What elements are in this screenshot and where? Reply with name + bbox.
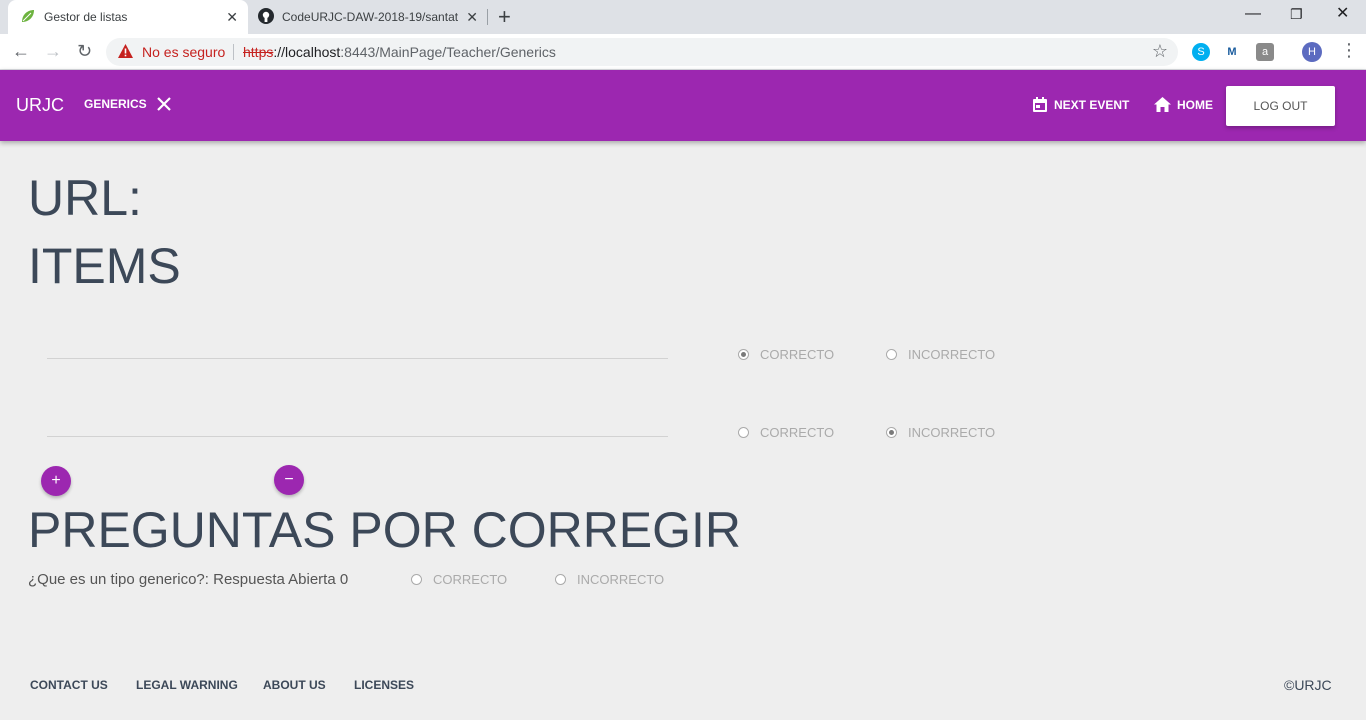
remove-item-button[interactable]: −: [274, 465, 304, 495]
calendar-icon: [1032, 97, 1048, 113]
leaf-icon: [20, 8, 36, 27]
logout-button[interactable]: LOG OUT: [1226, 86, 1335, 126]
address-bar[interactable]: No es seguro https://localhost:8443/Main…: [106, 38, 1178, 66]
browser-tab-inactive[interactable]: CodeURJC-DAW-2018-19/santat ✕: [248, 0, 488, 34]
next-event-link[interactable]: NEXT EVENT: [1032, 97, 1129, 113]
item-input-1[interactable]: [47, 358, 668, 359]
tab-title: CodeURJC-DAW-2018-19/santat: [282, 10, 459, 24]
url-heading: URL:: [28, 170, 142, 226]
close-tab-icon[interactable]: ✕: [226, 9, 238, 25]
pending-correct-radio[interactable]: CORRECTO: [411, 572, 507, 587]
current-section: GENERICS: [84, 97, 171, 111]
browser-tab-active[interactable]: Gestor de listas ✕: [8, 0, 248, 34]
url-host: ://localhost: [273, 44, 341, 60]
item-1-correct-radio[interactable]: CORRECTO: [738, 347, 834, 362]
tab-divider: [487, 9, 488, 25]
browser-toolbar: ← → ↻ No es seguro https://localhost:844…: [0, 34, 1366, 70]
radio-dot: [738, 427, 749, 438]
radio-dot-selected: [886, 427, 897, 438]
section-label: GENERICS: [84, 97, 147, 111]
radio-dot: [411, 574, 422, 585]
home-label: HOME: [1177, 97, 1213, 112]
omnibox-divider: [233, 44, 234, 60]
footer-contact-link[interactable]: CONTACT US: [30, 678, 108, 692]
restore-icon[interactable]: ❐: [1290, 4, 1303, 24]
radio-label: CORRECTO: [760, 425, 835, 440]
radio-label: INCORRECTO: [908, 425, 996, 440]
home-icon: [1154, 97, 1171, 112]
url-text[interactable]: https://localhost:8443/MainPage/Teacher/…: [243, 44, 556, 60]
items-heading: ITEMS: [28, 238, 181, 294]
footer-legal-link[interactable]: LEGAL WARNING: [136, 678, 238, 692]
pending-question: ¿Que es un tipo generico?: Respuesta Abi…: [28, 571, 349, 588]
footer-licenses-link[interactable]: LICENSES: [354, 678, 414, 692]
pending-incorrect-radio[interactable]: INCORRECTO: [555, 572, 664, 587]
copyright-text: ©URJC: [1284, 677, 1332, 693]
warning-icon: [118, 44, 133, 63]
security-label[interactable]: No es seguro: [142, 44, 225, 60]
back-icon[interactable]: ←: [12, 41, 30, 61]
brand-logo[interactable]: URJC: [16, 95, 64, 116]
github-icon: [258, 7, 274, 27]
next-event-label: NEXT EVENT: [1054, 98, 1130, 112]
item-input-2[interactable]: [47, 436, 668, 437]
profile-avatar[interactable]: H: [1302, 42, 1322, 62]
pending-heading: PREGUNTAS POR CORREGIR: [28, 502, 742, 558]
browser-tab-bar: Gestor de listas ✕ CodeURJC-DAW-2018-19/…: [0, 0, 1366, 34]
radio-label: CORRECTO: [433, 572, 508, 587]
app-navbar: URJC GENERICS NEXT EVENT HOME LOG OUT: [0, 70, 1366, 141]
home-link[interactable]: HOME: [1154, 97, 1213, 112]
close-tab-icon[interactable]: ✕: [466, 9, 478, 25]
skype-extension-icon[interactable]: S: [1192, 43, 1210, 61]
footer-about-link[interactable]: ABOUT US: [263, 678, 326, 692]
add-item-button[interactable]: +: [41, 466, 71, 496]
url-path: :8443/MainPage/Teacher/Generics: [340, 44, 556, 60]
minimize-icon[interactable]: —: [1245, 4, 1261, 24]
item-2-correct-radio[interactable]: CORRECTO: [738, 425, 834, 440]
extension-bag-icon[interactable]: a: [1256, 43, 1274, 61]
tab-title: Gestor de listas: [44, 10, 128, 24]
radio-dot: [555, 574, 566, 585]
url-scheme: https: [243, 44, 274, 60]
radio-label: INCORRECTO: [908, 347, 996, 362]
radio-label: INCORRECTO: [577, 572, 665, 587]
radio-dot: [886, 349, 897, 360]
browser-menu-icon[interactable]: ⋮: [1340, 40, 1358, 60]
item-1-incorrect-radio[interactable]: INCORRECTO: [886, 347, 995, 362]
bookmark-star-icon[interactable]: ☆: [1152, 41, 1168, 62]
new-tab-icon[interactable]: +: [498, 5, 511, 29]
radio-dot-selected: [738, 349, 749, 360]
window-close-icon[interactable]: ✕: [1336, 4, 1349, 24]
forward-icon[interactable]: →: [44, 41, 62, 61]
item-2-incorrect-radio[interactable]: INCORRECTO: [886, 425, 995, 440]
movistar-extension-icon[interactable]: M: [1223, 43, 1241, 61]
close-section-icon[interactable]: [156, 97, 171, 111]
radio-label: CORRECTO: [760, 347, 835, 362]
reload-icon[interactable]: ↻: [77, 41, 92, 61]
